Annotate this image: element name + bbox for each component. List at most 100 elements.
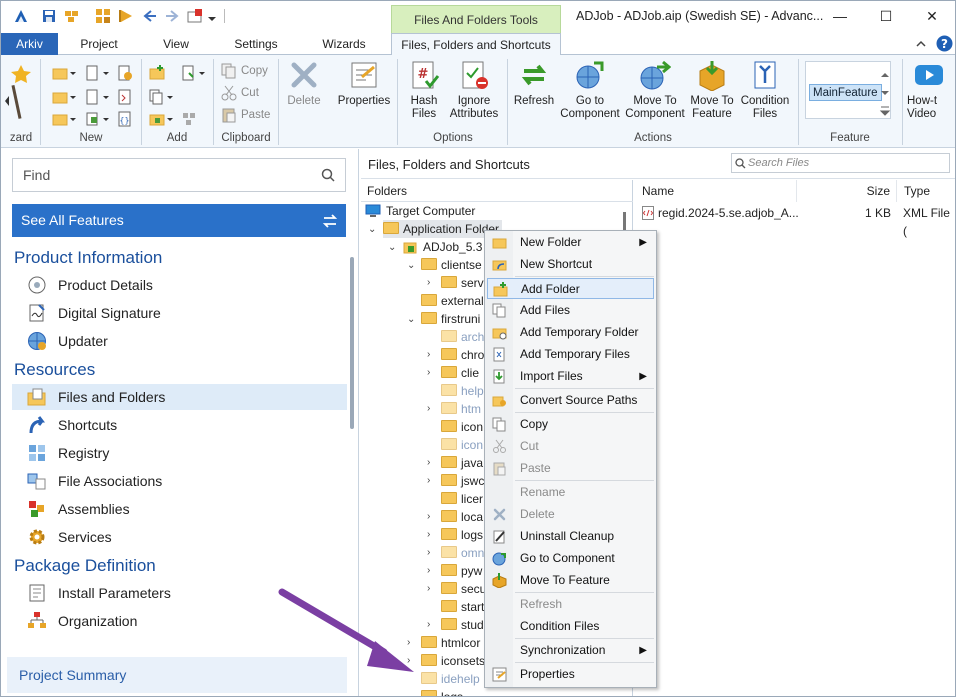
save-icon[interactable] [41,8,57,24]
tree-node[interactable]: logs [421,688,463,696]
nav-shortcuts[interactable]: Shortcuts [12,412,347,438]
tree-node[interactable]: java [441,454,483,472]
search-files-input[interactable]: Search Files [731,153,950,173]
how-to-video-button[interactable]: How-t Video [907,59,955,121]
column-header-name[interactable]: Name [635,180,797,202]
menu-add-files[interactable]: Add Files [487,300,654,321]
menu-uninstall-cleanup[interactable]: Uninstall Cleanup [487,526,654,547]
feature-scroll-down-icon[interactable] [879,85,891,101]
wizard-icon[interactable] [11,63,33,121]
menu-refresh[interactable]: Refresh [487,594,654,615]
move-to-feature-button[interactable]: Move To Feature [688,59,736,121]
move-to-component-button[interactable]: Move To Component [623,59,687,121]
new-json-icon[interactable]: {} [117,111,133,127]
close-button[interactable]: ✕ [909,1,955,31]
tab-arkiv[interactable]: Arkiv [1,33,58,55]
nav-organization[interactable]: Organization [12,608,347,634]
tree-node[interactable]: jswc [441,472,484,490]
collapse-ribbon-icon[interactable] [915,38,927,50]
nav-digital-signature[interactable]: Digital Signature [12,300,347,326]
menu-new-folder[interactable]: New Folder ▶ [487,232,654,253]
new-file-icon[interactable] [85,65,109,81]
menu-add-temporary-files[interactable]: Add Temporary Files [487,344,654,365]
ribbon-scroll-left-icon[interactable] [3,93,11,109]
tree-node[interactable]: icon [441,436,483,454]
tree-node[interactable]: icon [441,418,483,436]
tree-node[interactable]: licer [441,490,483,508]
menu-move-to-feature[interactable]: Move To Feature [487,570,654,591]
tree-node[interactable]: arch [441,328,484,346]
new-item-icon[interactable] [117,65,133,81]
menu-synchronization[interactable]: Synchronization ▶ [487,640,654,661]
tree-node[interactable]: firstruni [421,310,480,328]
expand-arrow[interactable]: ⌄ [388,242,396,253]
quick-access-dropdown-icon[interactable] [207,8,217,24]
maximize-button[interactable]: ☐ [863,1,909,31]
tab-wizards[interactable]: Wizards [312,33,376,55]
tree-node[interactable]: loca [441,508,483,526]
feature-main[interactable]: MainFeature [809,84,882,101]
left-panel-scrollbar[interactable] [350,257,354,429]
nav-updater[interactable]: Updater [12,328,347,354]
menu-cut[interactable]: Cut [487,436,654,457]
menu-add-temporary-folder[interactable]: Add Temporary Folder [487,322,654,343]
find-input[interactable]: Find [12,158,346,192]
copy-button[interactable]: Copy [241,61,268,81]
tree-node[interactable]: secu [441,580,486,598]
tree-node[interactable]: serv [441,274,484,292]
feature-scroll-up-icon[interactable] [879,67,891,83]
see-all-features-button[interactable]: See All Features [12,204,346,237]
condition-files-button[interactable]: Condition Files [737,59,793,121]
hash-files-button[interactable]: # Hash Files [401,59,447,121]
go-to-component-button[interactable]: Go to Component [559,59,621,121]
tree-node[interactable]: logs [441,526,483,544]
column-header-size[interactable]: Size [797,180,897,202]
tree-adjob[interactable]: ADJob_5.3 [423,238,482,256]
menu-copy[interactable]: Copy [487,414,654,435]
add-copy-icon[interactable] [149,89,173,105]
new-shortcut-icon[interactable] [52,89,76,105]
tree-node[interactable]: chro [441,346,484,364]
add-files-icon[interactable] [181,65,205,81]
nav-assemblies[interactable]: Assemblies [12,496,347,522]
menu-new-shortcut[interactable]: New Shortcut [487,254,654,275]
nav-registry[interactable]: Registry [12,440,347,466]
run-icon[interactable] [118,8,134,24]
feature-expand-icon[interactable] [879,103,891,119]
ignore-attributes-button[interactable]: Ignore Attributes [447,59,501,121]
nav-product-details[interactable]: Product Details [12,272,347,298]
tree-node[interactable]: htm [441,400,481,418]
properties-button[interactable]: Properties [334,59,394,108]
tree-node[interactable]: clie [441,364,479,382]
add-merge-icon[interactable] [149,111,173,127]
back-arrow-icon[interactable] [142,8,158,24]
nav-files-and-folders[interactable]: Files and Folders [12,384,347,410]
project-summary-link[interactable]: Project Summary [7,657,347,693]
paste-icon[interactable] [221,107,237,123]
file-row[interactable]: regid.2024-5.se.adjob_A... 1 KB XML File… [635,204,955,238]
build-icon[interactable] [64,8,80,24]
tree-node[interactable]: pyw [441,562,482,580]
tree-node[interactable]: external [421,292,484,310]
tab-view[interactable]: View [149,33,203,55]
menu-delete[interactable]: Delete [487,504,654,525]
copy-icon[interactable] [221,63,237,79]
tree-node[interactable]: start [441,598,484,616]
cut-button[interactable]: Cut [241,83,259,103]
tree-node[interactable]: iconsets [421,652,485,670]
forward-arrow-icon[interactable] [164,8,180,24]
menu-condition-files[interactable]: Condition Files [487,616,654,637]
tree-node[interactable]: htmlcor [421,634,480,652]
tab-settings[interactable]: Settings [223,33,289,55]
tree-node[interactable]: stud [441,616,484,634]
new-component-icon[interactable] [85,111,109,127]
column-header-type[interactable]: Type [897,180,955,202]
tab-files-folders-shortcuts[interactable]: Files, Folders and Shortcuts [391,33,561,56]
menu-import-files[interactable]: Import Files ▶ [487,366,654,387]
tree-node[interactable]: clientse [421,256,482,274]
menu-paste[interactable]: Paste [487,458,654,479]
paste-button[interactable]: Paste [241,105,270,125]
add-module-icon[interactable] [181,111,197,127]
menu-properties[interactable]: Properties [487,664,654,685]
delete-button[interactable]: Delete [282,59,326,108]
